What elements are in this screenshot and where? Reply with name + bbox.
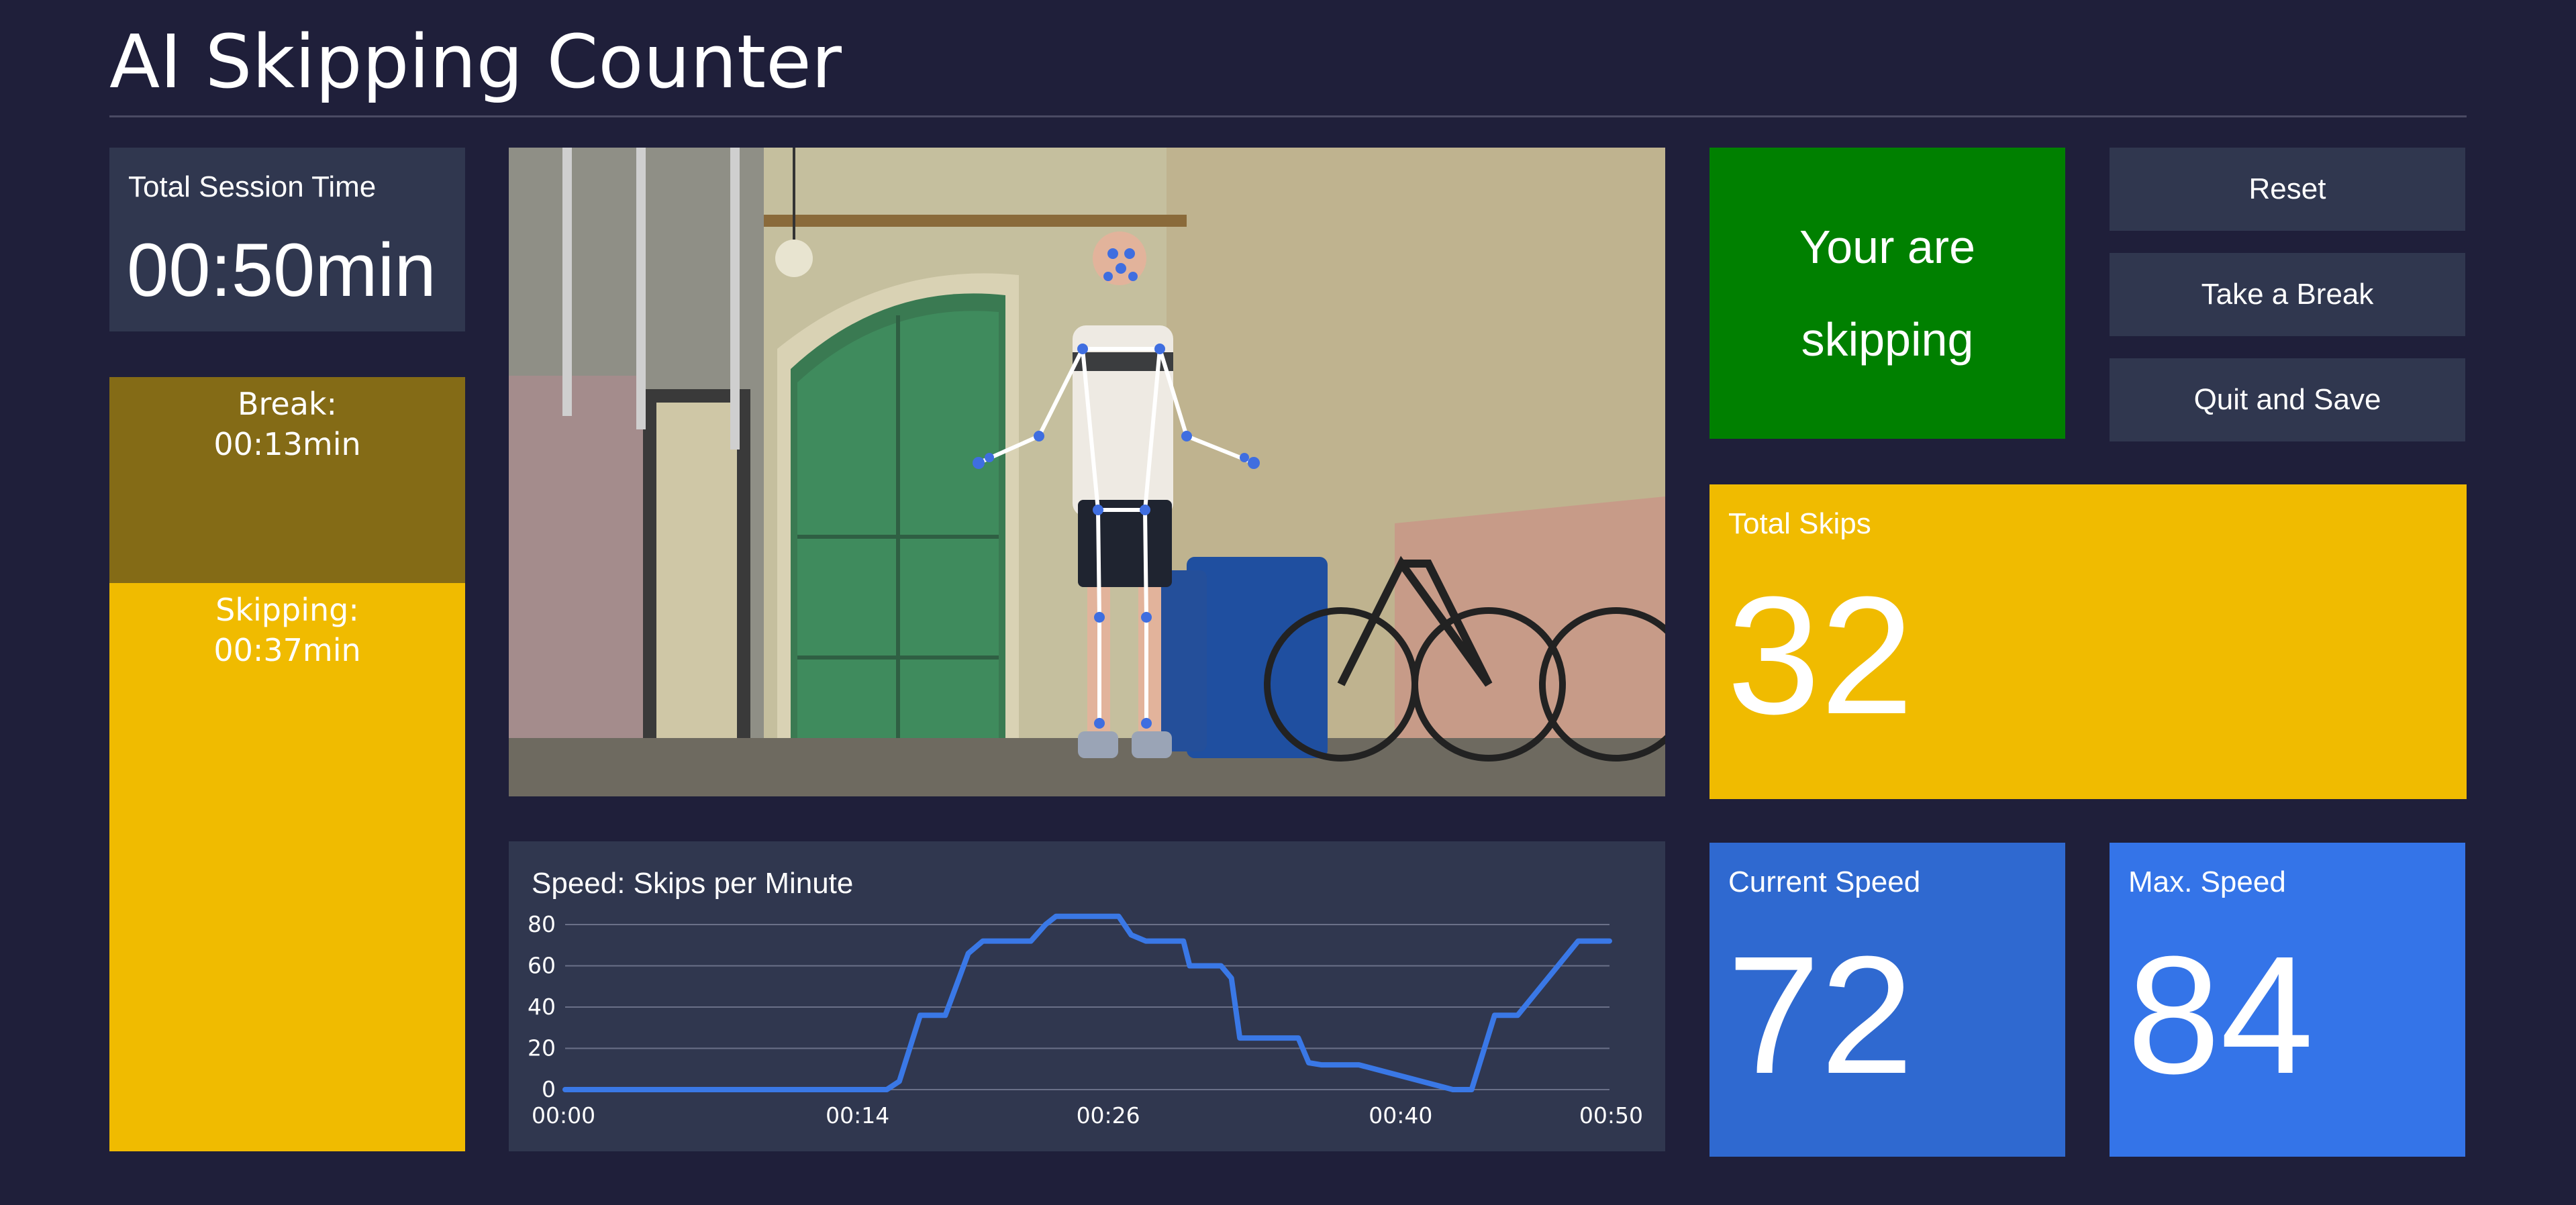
speed-chart: 0 20 40 60 80 00:00 00:14 00:26 00:40 00:50 bbox=[528, 911, 1643, 1129]
header-divider bbox=[109, 115, 2467, 117]
speed-chart-panel: Speed: Skips per Minute 0 20 40 60 80 00:00 00… bbox=[509, 841, 1665, 1151]
y-tick-label: 40 bbox=[528, 994, 556, 1020]
max-speed-value: 84 bbox=[2127, 921, 2314, 1108]
x-tick-label: 00:26 bbox=[1077, 1102, 1140, 1129]
x-tick-label: 00:50 bbox=[1579, 1102, 1643, 1129]
quit-save-button[interactable]: Quit and Save bbox=[2110, 358, 2465, 441]
y-tick-label: 60 bbox=[528, 953, 556, 979]
status-indicator: Your are skipping bbox=[1710, 148, 2065, 439]
skipping-time-value: 00:37min bbox=[213, 632, 361, 668]
x-tick-label: 00:40 bbox=[1369, 1102, 1432, 1129]
max-speed-tile: Max. Speed 84 bbox=[2110, 843, 2465, 1157]
total-skips-tile: Total Skips 32 bbox=[1710, 484, 2467, 799]
max-speed-label: Max. Speed bbox=[2128, 866, 2286, 898]
camera-feed-image bbox=[509, 148, 1665, 796]
current-speed-value: 72 bbox=[1727, 921, 1914, 1108]
y-tick-label: 80 bbox=[528, 911, 556, 937]
session-time-tile: Total Session Time 00:50min bbox=[109, 148, 465, 331]
total-skips-value: 32 bbox=[1727, 562, 1914, 749]
session-time-label: Total Session Time bbox=[128, 170, 377, 203]
x-tick-label: 00:14 bbox=[826, 1102, 889, 1129]
page-title: AI Skipping Counter bbox=[109, 19, 842, 105]
take-break-button[interactable]: Take a Break bbox=[2110, 253, 2465, 336]
break-time-label: Break: bbox=[237, 386, 338, 422]
status-text: Your are skipping bbox=[1799, 221, 1976, 366]
y-tick-label: 0 bbox=[542, 1076, 556, 1102]
break-time-block: Break: 00:13min bbox=[109, 377, 465, 583]
current-speed-label: Current Speed bbox=[1728, 866, 1921, 898]
reset-button[interactable]: Reset bbox=[2110, 148, 2465, 231]
skipping-time-block: Skipping: 00:37min bbox=[109, 583, 465, 1151]
skipping-time-label: Skipping: bbox=[215, 592, 359, 628]
total-skips-label: Total Skips bbox=[1728, 507, 1871, 540]
break-time-value: 00:13min bbox=[213, 426, 361, 462]
speed-series-line bbox=[562, 913, 1612, 1092]
x-tick-label: 00:00 bbox=[532, 1102, 595, 1129]
camera-feed bbox=[509, 148, 1665, 796]
current-speed-tile: Current Speed 72 bbox=[1710, 843, 2065, 1157]
session-time-value: 00:50min bbox=[127, 228, 436, 312]
y-tick-label: 20 bbox=[528, 1035, 556, 1061]
